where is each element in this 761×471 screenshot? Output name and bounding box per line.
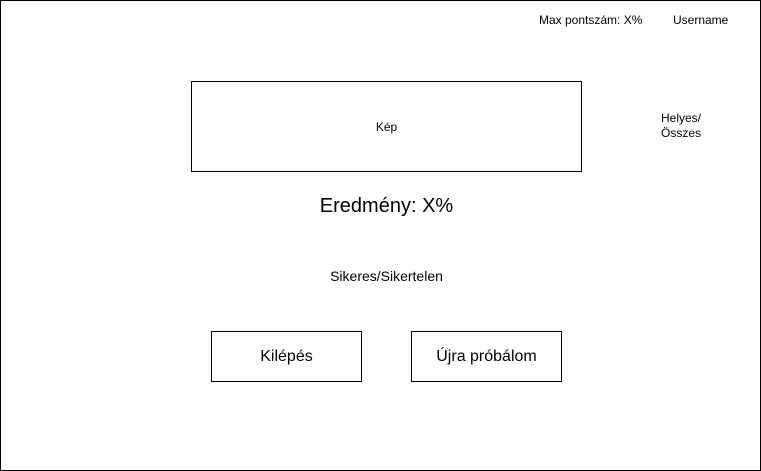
retry-button-label: Újra próbálom xyxy=(436,347,537,365)
retry-button[interactable]: Újra próbálom xyxy=(411,331,562,382)
pass-fail-status: Sikeres/Sikertelen xyxy=(330,268,443,284)
username-label: Username xyxy=(673,13,729,27)
result-screen-frame: Max pontszám: X% Username Kép Helyes/ Ös… xyxy=(0,0,761,471)
ratio-line-correct: Helyes/ xyxy=(661,111,702,125)
max-score-label: Max pontszám: X% xyxy=(539,13,643,27)
result-percentage: Eredmény: X% xyxy=(319,195,454,217)
image-placeholder-label: Kép xyxy=(375,119,398,134)
image-placeholder: Kép xyxy=(191,81,582,172)
exit-button-label: Kilépés xyxy=(260,347,313,365)
ratio-line-total: Összes xyxy=(661,126,702,140)
correct-total-ratio: Helyes/ Összes xyxy=(661,111,701,141)
exit-button[interactable]: Kilépés xyxy=(211,331,362,382)
